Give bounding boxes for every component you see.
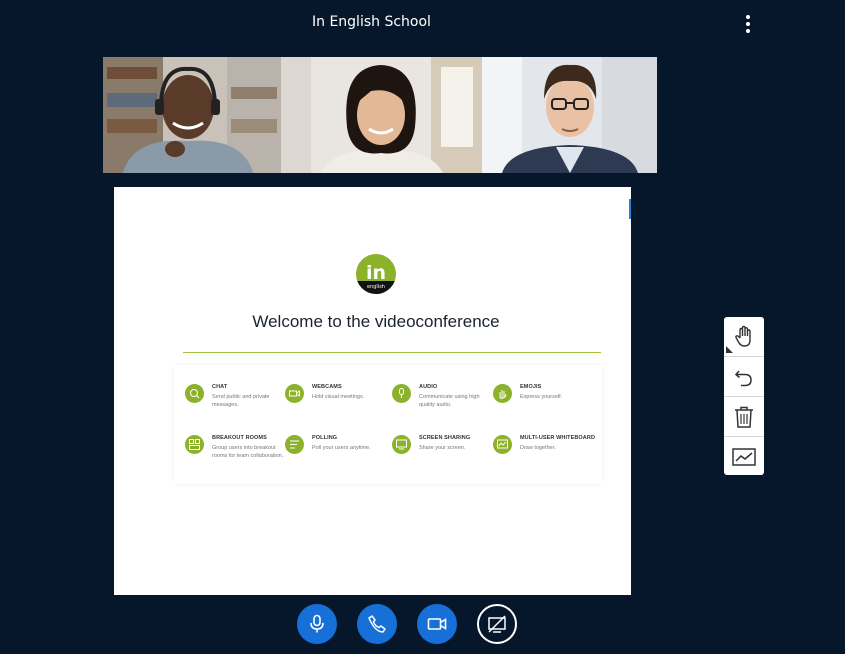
logo-subtext: english (367, 284, 385, 290)
breakout-icon (185, 435, 204, 454)
polling-icon (285, 435, 304, 454)
feature-name: AUDIO (419, 384, 438, 390)
webcam-participant-2[interactable] (281, 57, 482, 173)
camera-icon (427, 618, 447, 630)
feature-name: WEBCAMS (312, 384, 342, 390)
feature-desc: Hold visual meetings. (312, 394, 365, 400)
undo-button[interactable] (724, 357, 764, 396)
microphone-button[interactable] (297, 604, 337, 644)
webcam-icon (285, 384, 304, 403)
clear-button[interactable] (724, 397, 764, 436)
whiteboard-icon (493, 435, 512, 454)
webcam-participant-1[interactable] (103, 57, 281, 173)
phone-icon (368, 615, 386, 633)
webcam-participant-3[interactable] (482, 57, 657, 173)
camera-button[interactable] (417, 604, 457, 644)
logo-text: in (366, 262, 386, 284)
feature-name: POLLING (312, 435, 338, 441)
feature-desc: Poll your users anytime. (312, 445, 371, 451)
feature-desc: Send public and private messages. (212, 394, 270, 408)
feature-name: BREAKOUT ROOMS (212, 435, 267, 441)
hand-tool-button[interactable] (724, 317, 764, 356)
chat-icon (185, 384, 204, 403)
feature-desc: Communicate using high quality audio. (419, 394, 480, 408)
feature-name: SCREEN SHARING (419, 435, 471, 441)
feature-desc: Share your screen. (419, 445, 466, 451)
multi-user-button[interactable] (724, 437, 764, 476)
top-bar: In English School (0, 0, 845, 50)
options-menu-icon[interactable] (742, 14, 754, 34)
microphone-icon (310, 614, 324, 633)
slide-scroll-indicator (629, 199, 631, 219)
hand-tool-icon (735, 325, 751, 347)
school-logo: in english (356, 254, 396, 294)
audio-icon (392, 384, 411, 403)
feature-desc: Express yourself. (520, 394, 563, 400)
feature-grid: CHAT Send public and private messages. W… (174, 365, 602, 484)
divider (183, 352, 601, 353)
emoji-hand-icon (493, 384, 512, 403)
screen-share-button[interactable] (477, 604, 517, 644)
feature-desc: Group users into breakout rooms for team… (212, 445, 284, 459)
meeting-title: In English School (312, 14, 431, 30)
phone-button[interactable] (357, 604, 397, 644)
tool-submenu-indicator (726, 346, 733, 353)
feature-name: EMOJIS (520, 384, 542, 390)
webcam-strip (103, 57, 657, 173)
welcome-heading: Welcome to the videoconference (252, 312, 500, 331)
whiteboard-toolbar (724, 317, 764, 475)
undo-icon (734, 370, 752, 387)
presentation-slide[interactable]: in english Welcome to the videoconferenc… (114, 187, 631, 595)
screen-share-icon (392, 435, 411, 454)
feature-desc: Draw together. (520, 445, 556, 451)
screen-share-off-icon (488, 615, 506, 633)
trash-icon (735, 406, 753, 428)
multi-user-icon (732, 448, 756, 466)
feature-name: CHAT (212, 384, 228, 390)
feature-name: MULTI-USER WHITEBOARD (520, 435, 596, 441)
